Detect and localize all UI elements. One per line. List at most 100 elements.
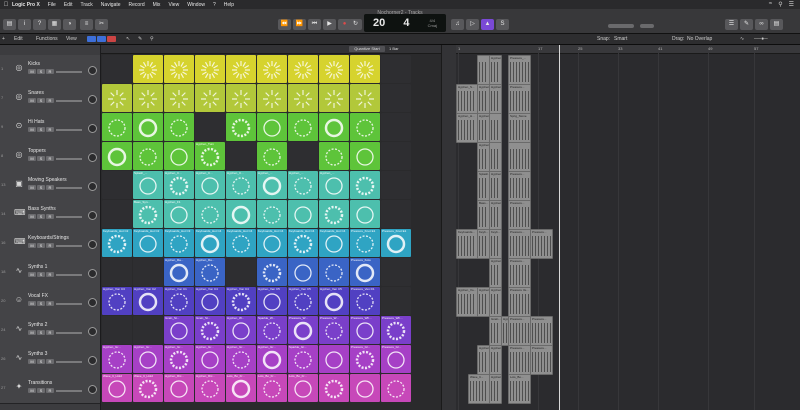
- toolbar-button[interactable]: ▦: [48, 19, 61, 30]
- notepad-button[interactable]: ✎: [740, 19, 753, 30]
- loop-cell[interactable]: Pressure_Wh...: [381, 316, 411, 344]
- track-header[interactable]: 13 ▣ Moving Speakers M S R: [0, 171, 100, 201]
- loop-cell[interactable]: Hyphen_F1: [164, 200, 194, 228]
- synth-icon[interactable]: ∿: [14, 353, 24, 363]
- notification-icon[interactable]: ☰: [789, 1, 794, 8]
- empty-cell[interactable]: [381, 55, 411, 83]
- track-volume-slider[interactable]: [56, 245, 82, 247]
- loop-cell[interactable]: [164, 113, 194, 141]
- audio-region[interactable]: Wave_It...: [468, 374, 490, 404]
- solo-button[interactable]: S: [37, 243, 45, 248]
- loop-cell[interactable]: Hyphen_Gr...: [102, 345, 132, 373]
- bar-ruler[interactable]: 1 17 25 33 41 49 57: [456, 45, 800, 54]
- empty-cell[interactable]: [381, 113, 411, 141]
- record-arm-button[interactable]: R: [46, 359, 54, 364]
- loop-cell[interactable]: [257, 258, 287, 286]
- playhead[interactable]: [559, 45, 560, 410]
- record-arm-button[interactable]: R: [46, 272, 54, 277]
- menu-help[interactable]: Help: [224, 2, 234, 8]
- record-arm-button[interactable]: R: [46, 98, 54, 103]
- menu-navigate[interactable]: Navigate: [101, 2, 121, 8]
- loop-cell[interactable]: Keyboards_Hot C2: [102, 229, 132, 257]
- drum-icon[interactable]: ◎: [14, 63, 24, 73]
- track-name[interactable]: Snares: [28, 90, 44, 96]
- loop-cell[interactable]: [195, 84, 225, 112]
- audio-region[interactable]: Hyphen_...: [489, 55, 502, 85]
- empty-cell[interactable]: [195, 113, 225, 141]
- track-name[interactable]: Kicks: [28, 61, 40, 67]
- mute-button[interactable]: M: [28, 214, 36, 219]
- empty-cell[interactable]: [226, 142, 256, 170]
- track-header[interactable]: 14 ⌨ Bass Synths M S R: [0, 200, 100, 230]
- loop-cell[interactable]: Hyphen_Gr...: [164, 345, 194, 373]
- empty-cell[interactable]: [381, 287, 411, 315]
- loop-cell[interactable]: Hyphen_Tum: [195, 142, 225, 170]
- mute-button[interactable]: M: [28, 185, 36, 190]
- audio-region[interactable]: Hyphen...: [489, 345, 502, 375]
- record-enable-button[interactable]: [107, 36, 116, 42]
- menu-extra[interactable]: ?: [213, 2, 216, 8]
- track-volume-slider[interactable]: [56, 71, 82, 73]
- record-arm-button[interactable]: R: [46, 214, 54, 219]
- audio-region[interactable]: Sprig_Stone: [508, 113, 531, 143]
- loop-cell[interactable]: Sparkle_Gr...: [288, 345, 318, 373]
- master-volume-slider[interactable]: [608, 24, 634, 28]
- pan-knob[interactable]: [88, 327, 97, 336]
- loop-cell[interactable]: [257, 142, 287, 170]
- apple-icon[interactable]: : [0, 2, 12, 8]
- track-header[interactable]: 16 ⌨ Keyboards/Strings M S R: [0, 229, 100, 259]
- hihat-icon[interactable]: ⊙: [14, 121, 24, 131]
- go-to-start-button[interactable]: ⏮: [308, 19, 321, 30]
- synth-icon[interactable]: ∿: [14, 324, 24, 334]
- loop-cell[interactable]: [319, 258, 349, 286]
- solo-button[interactable]: S: [37, 156, 45, 161]
- wifi-icon[interactable]: ≈: [769, 1, 772, 8]
- empty-cell[interactable]: [102, 316, 132, 344]
- loop-cell[interactable]: Hyphen_Von C4: [195, 287, 225, 315]
- track-volume-slider[interactable]: [56, 361, 82, 363]
- loop-cell[interactable]: [195, 55, 225, 83]
- audio-region[interactable]: Pressure Ve...: [508, 287, 531, 317]
- track-header[interactable]: 8 ◎ Toppers M S R: [0, 142, 100, 172]
- help-button[interactable]: ?: [33, 19, 46, 30]
- drag-select[interactable]: No Overlap: [687, 36, 712, 42]
- loop-cell[interactable]: [133, 142, 163, 170]
- track-header[interactable]: 27 ✦ Transitions M S R: [0, 374, 100, 404]
- inspector-button[interactable]: i: [18, 19, 31, 30]
- loop-cell[interactable]: [257, 200, 287, 228]
- mute-button[interactable]: M: [28, 330, 36, 335]
- loop-cell[interactable]: Keyboards_Hot C4: [288, 229, 318, 257]
- mute-button[interactable]: M: [28, 127, 36, 132]
- spotlight-icon[interactable]: ⚲: [778, 1, 782, 8]
- pan-knob[interactable]: [88, 124, 97, 133]
- loop-cell[interactable]: Pressure_Wh...: [350, 316, 380, 344]
- loop-cell[interactable]: Lots_Bo_Fr...: [226, 374, 256, 402]
- lcd-display[interactable]: 20 4 4/4 Cmaj: [364, 14, 446, 32]
- loop-cell[interactable]: [319, 200, 349, 228]
- pan-knob[interactable]: [88, 385, 97, 394]
- live-loops-toggle[interactable]: [87, 36, 96, 42]
- loop-cell[interactable]: Grain_St...: [195, 316, 225, 344]
- fx-icon[interactable]: ✦: [14, 382, 24, 392]
- track-name[interactable]: Moving Speakers: [28, 177, 67, 183]
- library-button[interactable]: ▤: [3, 19, 16, 30]
- track-header[interactable]: 18 ∿ Synths 1 MSR: [0, 258, 100, 288]
- menu-track[interactable]: Track: [80, 2, 92, 8]
- loop-cell[interactable]: [319, 113, 349, 141]
- track-volume-slider[interactable]: [56, 216, 82, 218]
- track-volume-slider[interactable]: [56, 100, 82, 102]
- track-name[interactable]: Synths 2: [28, 322, 47, 328]
- loop-cell[interactable]: [257, 113, 287, 141]
- solo-button[interactable]: S: [37, 388, 45, 393]
- loop-cell[interactable]: Lots_Bo_Fr...: [288, 374, 318, 402]
- loop-cell[interactable]: [381, 374, 411, 402]
- loop-cell[interactable]: Hyphen_Ric...: [164, 374, 194, 402]
- zoom-in-icon[interactable]: ⚲: [150, 36, 154, 42]
- mute-button[interactable]: M: [28, 301, 36, 306]
- loop-cell[interactable]: [164, 142, 194, 170]
- loop-cell[interactable]: [350, 142, 380, 170]
- quantize-start-select[interactable]: Quantize Start: [349, 46, 385, 52]
- mute-button[interactable]: M: [28, 156, 36, 161]
- mute-button[interactable]: M: [28, 69, 36, 74]
- cycle-button[interactable]: ↻: [349, 19, 362, 30]
